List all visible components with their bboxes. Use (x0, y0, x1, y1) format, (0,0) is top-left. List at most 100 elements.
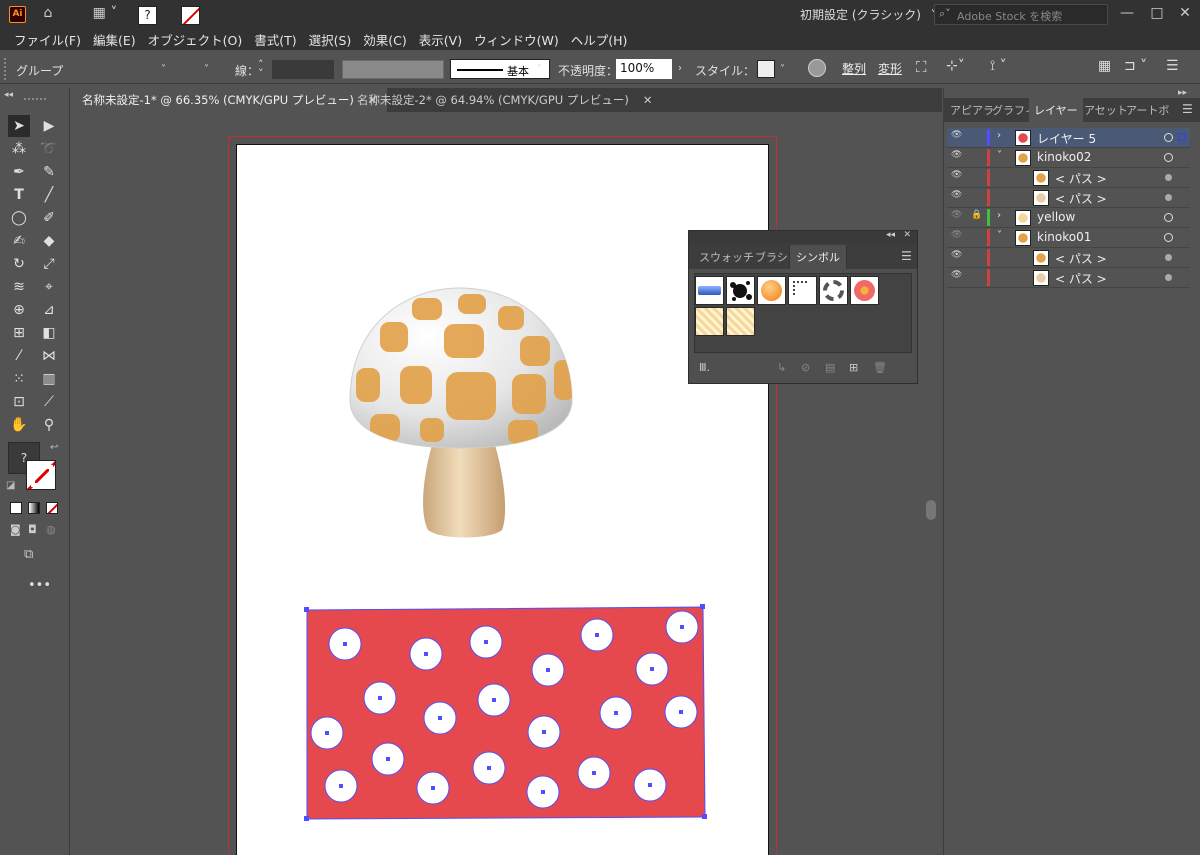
visibility-eye-icon[interactable]: 👁 (951, 170, 965, 180)
direct-selection-tool-icon[interactable]: ▶ (38, 115, 60, 137)
type-tool-icon[interactable]: T (8, 184, 30, 206)
mushroom-artwork[interactable] (340, 280, 580, 550)
brush-definition-select[interactable]: 基本 (450, 59, 550, 79)
symbol-orange-button[interactable] (757, 276, 786, 305)
vertical-scrollbar[interactable] (926, 500, 936, 520)
transform-button[interactable]: 変形 (878, 60, 902, 77)
lasso-tool-icon[interactable]: ➰ (38, 138, 60, 160)
none-mode-icon[interactable] (46, 502, 58, 514)
curvature-tool-icon[interactable]: ✎ (38, 161, 60, 183)
menu-edit[interactable]: 編集(E) (87, 28, 142, 50)
perspective-grid-icon[interactable]: ⊿ (38, 299, 60, 321)
close-icon[interactable]: ✕ (643, 93, 653, 107)
selection-indicator[interactable] (1178, 133, 1186, 141)
chevron-right-icon[interactable]: › (997, 210, 1001, 221)
visibility-eye-icon[interactable]: 👁 (951, 210, 965, 220)
visibility-eye-icon[interactable]: 👁 (951, 130, 965, 140)
menu-effect[interactable]: 効果(C) (357, 28, 412, 50)
layer-name[interactable]: kinoko01 (1037, 230, 1091, 244)
symbol-ink-splat[interactable] (726, 276, 755, 305)
symbol-yellow-pattern-1[interactable] (695, 307, 724, 336)
trash-icon[interactable]: 🗑 (873, 361, 887, 374)
mesh-tool-icon[interactable]: ⊞ (8, 322, 30, 344)
stroke-color-box[interactable] (26, 460, 56, 490)
menu-window[interactable]: ウィンドウ(W) (468, 28, 565, 50)
recolor-artwork-icon[interactable] (808, 59, 826, 77)
panel-menu-icon[interactable]: ☰ (1166, 58, 1179, 74)
chevron-down-icon[interactable]: ˅ (997, 230, 1002, 241)
magic-wand-icon[interactable]: ⁂ (8, 138, 30, 160)
target-circle-icon[interactable] (1164, 213, 1173, 222)
opacity-input[interactable]: 100% (616, 59, 672, 79)
color-mode-icon[interactable] (10, 502, 22, 514)
close-window-button[interactable]: ✕ (1170, 2, 1200, 24)
chevron-down-icon[interactable]: ˅ (204, 64, 209, 75)
target-circle-icon[interactable] (1165, 174, 1172, 181)
artboard-tool-icon[interactable]: ⊡ (8, 391, 30, 413)
place-symbol-icon[interactable]: ↳ (777, 361, 786, 374)
layer-row[interactable]: 👁 < パス > (947, 188, 1190, 208)
shape-builder-icon[interactable]: ⊕ (8, 299, 30, 321)
menu-type[interactable]: 書式(T) (248, 28, 302, 50)
tab-brushes[interactable]: ブラシ (749, 245, 794, 269)
screen-mode-icon[interactable]: ⧉ (24, 547, 33, 562)
puppet-warp-icon[interactable]: ⊹˅ (946, 58, 965, 74)
menu-select[interactable]: 選択(S) (303, 28, 358, 50)
chevron-down-icon[interactable]: ˅ (997, 150, 1002, 161)
variable-width-profile[interactable] (342, 60, 444, 79)
layer-name[interactable]: < パス > (1055, 190, 1107, 207)
graphic-style-swatch[interactable] (757, 60, 775, 78)
draw-behind-icon[interactable]: ◘ (28, 523, 37, 536)
layer-row[interactable]: 👁 < パス > (947, 268, 1190, 288)
symbol-pink-flower[interactable] (850, 276, 879, 305)
tab-symbols[interactable]: シンボル (789, 245, 847, 269)
paintbrush-tool-icon[interactable]: ✐ (38, 207, 60, 229)
target-circle-icon[interactable] (1165, 274, 1172, 281)
visibility-eye-icon[interactable]: 👁 (951, 270, 965, 280)
minimize-button[interactable]: — (1112, 2, 1142, 24)
menu-file[interactable]: ファイル(F) (8, 28, 87, 50)
slice-tool-icon[interactable]: ⟋ (38, 391, 60, 413)
symbol-options-icon[interactable]: ▤ (825, 361, 835, 374)
layer-row[interactable]: 👁 🔒 › yellow (947, 208, 1190, 228)
selection-tool-icon[interactable]: ➤ (8, 115, 30, 137)
zoom-tool-icon[interactable]: ⚲ (38, 414, 60, 436)
draw-inside-icon[interactable]: ◍ (46, 523, 56, 536)
menu-object[interactable]: オブジェクト(O) (142, 28, 249, 50)
tab-document-1[interactable]: 名称未設定-1* @ 66.35% (CMYK/GPU プレビュー) ✕ (72, 88, 388, 112)
target-circle-icon[interactable] (1164, 153, 1173, 162)
chevron-down-icon[interactable]: ˅ (780, 64, 785, 75)
layer-name[interactable]: < パス > (1055, 250, 1107, 267)
target-circle-icon[interactable] (1164, 133, 1173, 142)
symbol-libraries-icon[interactable]: Ⅲ. (699, 361, 710, 374)
target-circle-icon[interactable] (1165, 254, 1172, 261)
layer-name[interactable]: kinoko02 (1037, 150, 1091, 164)
maximize-button[interactable]: □ (1142, 2, 1172, 24)
warp-tool-icon[interactable]: ≋ (8, 276, 30, 298)
stock-search-input[interactable]: ⌕˅ Adobe Stock を検索 (934, 4, 1108, 25)
stroke-swatch[interactable] (181, 6, 200, 25)
collapse-panel-icon[interactable]: ◂◂ (886, 230, 895, 240)
symbol-blue-bar[interactable] (695, 276, 724, 305)
layer-row[interactable]: 👁 < パス > (947, 168, 1190, 188)
shaper-tool-icon[interactable]: ✍ (8, 230, 30, 252)
polka-dot-rectangle[interactable] (300, 602, 712, 824)
visibility-eye-icon[interactable]: 👁 (951, 150, 965, 160)
layer-name[interactable]: yellow (1037, 210, 1075, 224)
symbol-chain-ring[interactable] (819, 276, 848, 305)
align-button[interactable]: 整列 (842, 60, 866, 77)
arrange-documents-icon[interactable]: ▦ (1098, 58, 1111, 74)
expand-panels-icon[interactable]: ▸▸ (1178, 88, 1187, 98)
close-icon[interactable]: ✕ (903, 230, 911, 240)
gradient-tool-icon[interactable]: ◧ (38, 322, 60, 344)
layer-row[interactable]: 👁 ˅ kinoko02 (947, 148, 1190, 168)
hand-tool-icon[interactable]: ✋ (8, 414, 30, 436)
tab-artboards[interactable]: アートボ (1121, 98, 1174, 122)
workspace-switcher-icon[interactable]: ▦ ˅ (90, 5, 120, 23)
fill-swatch[interactable]: ? (138, 6, 157, 25)
draw-normal-icon[interactable]: ◙ (10, 523, 21, 536)
tab-document-2[interactable]: 名称未設定-2* @ 64.94% (CMYK/GPU プレビュー) ✕ (347, 88, 662, 112)
blend-tool-icon[interactable]: ⋈ (38, 345, 60, 367)
menu-help[interactable]: ヘルプ(H) (565, 28, 634, 50)
chevron-right-icon[interactable]: › (678, 63, 682, 74)
